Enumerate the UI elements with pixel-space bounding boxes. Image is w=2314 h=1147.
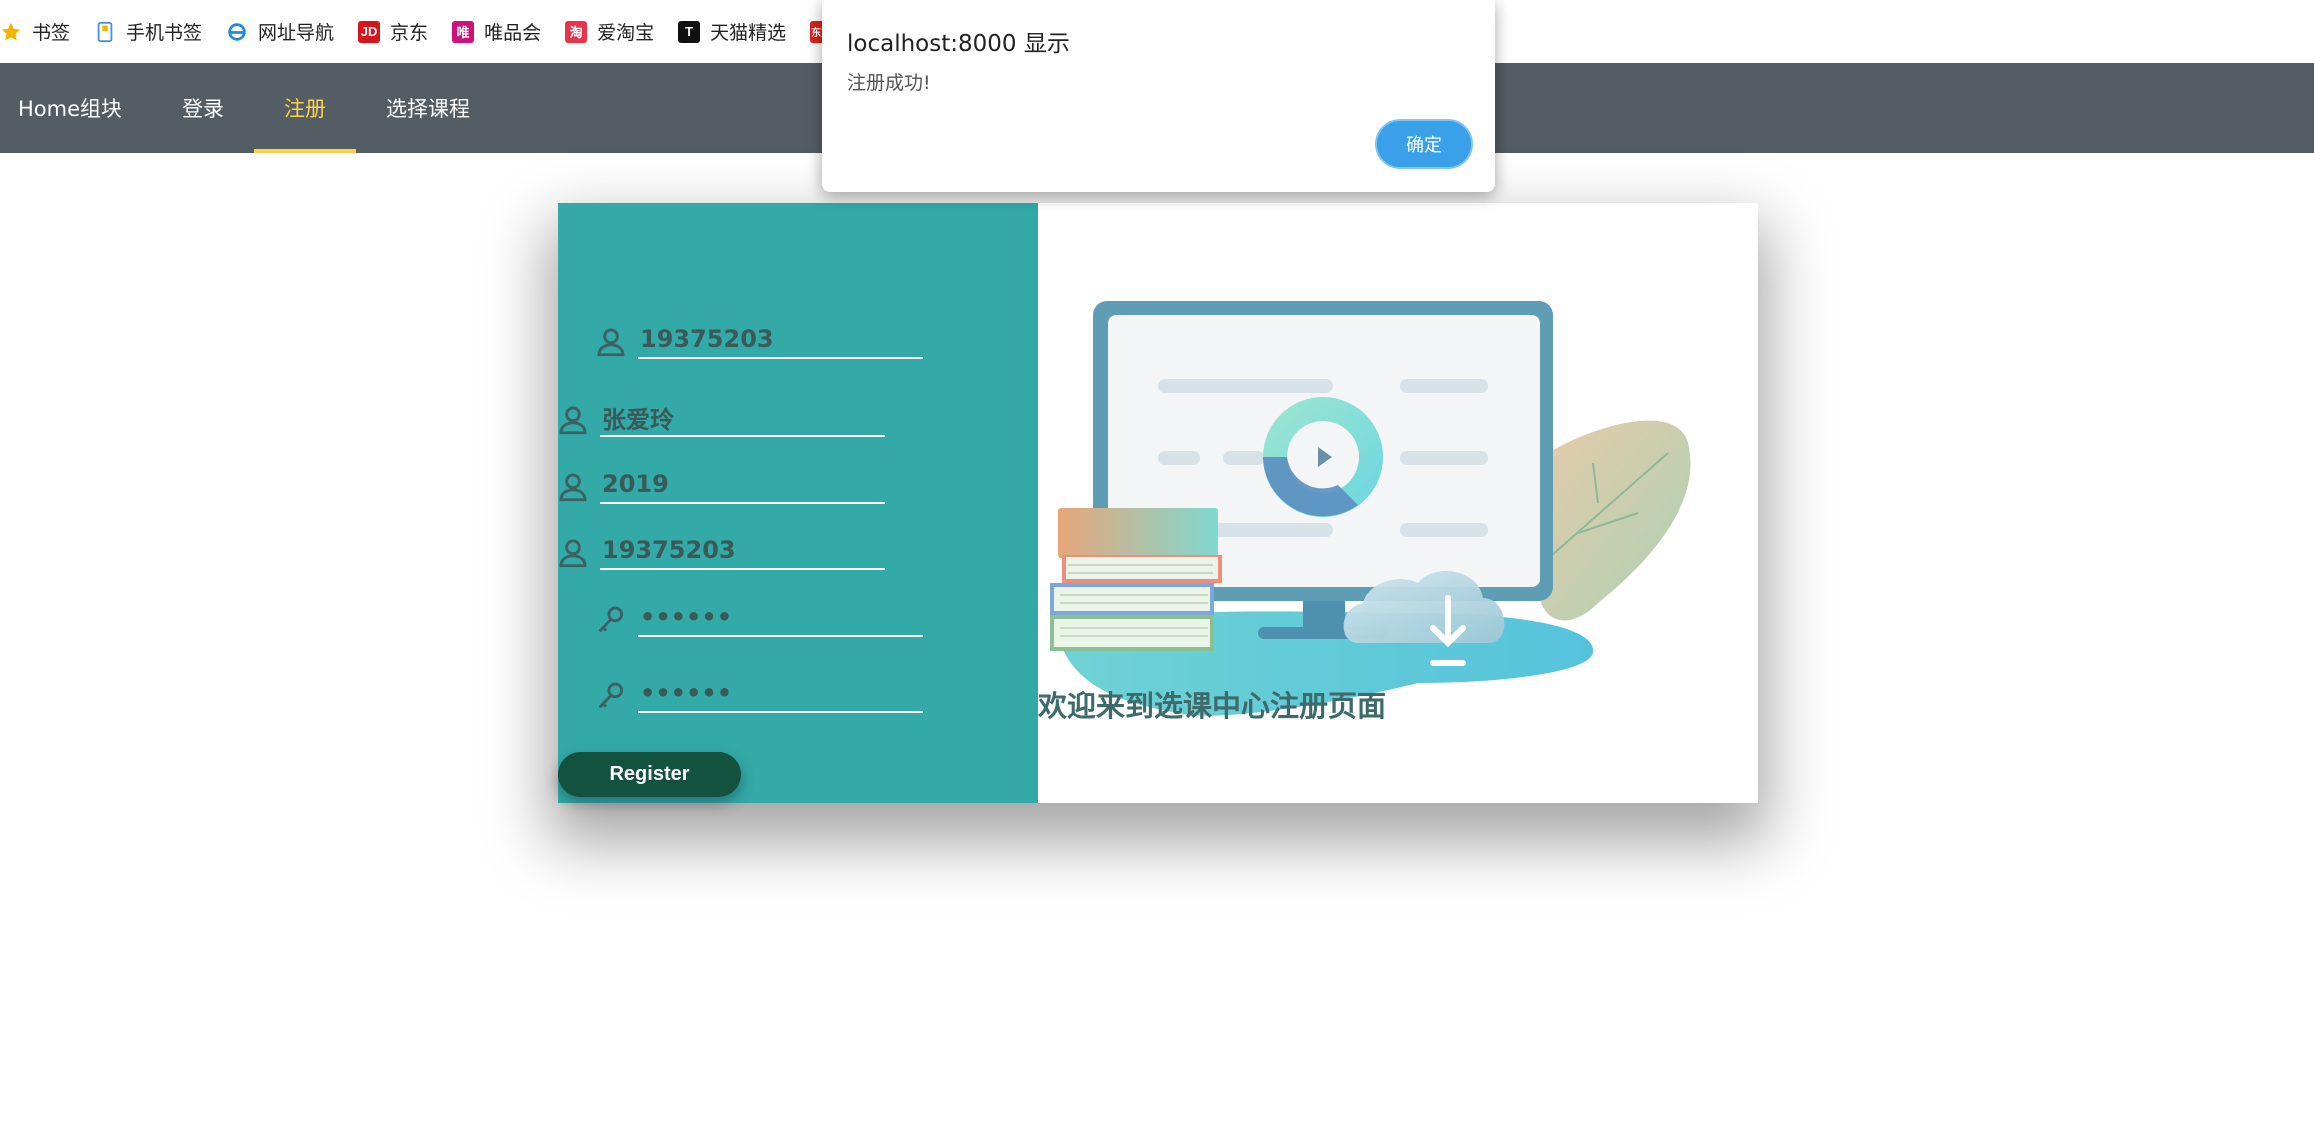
- nav-item-login[interactable]: 登录: [152, 63, 254, 153]
- name-input[interactable]: [600, 401, 885, 437]
- user-icon: [559, 539, 587, 568]
- bookmark-label: 爱淘宝: [597, 22, 655, 44]
- welcome-heading: 欢迎来到选课中心注册页面: [1038, 689, 1387, 723]
- student-id-field-row: [594, 323, 923, 359]
- grade-field-row: [556, 468, 885, 504]
- bookmark-label: 书签: [32, 22, 71, 44]
- name-field-row: [556, 401, 885, 437]
- bookmark-label: 京东: [390, 22, 429, 44]
- tmall-icon: T: [678, 20, 701, 43]
- password-field-row: [594, 601, 923, 637]
- bookmark-label: 唯品会: [484, 22, 542, 44]
- bookmark-item-jd[interactable]: JD 京东: [358, 17, 428, 47]
- bookmark-label: 天猫精选: [710, 22, 787, 44]
- register-button[interactable]: Register: [558, 752, 741, 797]
- register-card: Register: [558, 203, 1758, 803]
- nav-item-select-course[interactable]: 选择课程: [356, 63, 500, 153]
- taobao-icon: 淘: [565, 20, 588, 43]
- bookmark-item-bookmarks[interactable]: 书签: [0, 17, 70, 47]
- bookmark-label: 手机书签: [126, 22, 203, 44]
- user-icon: [559, 406, 587, 435]
- bookmark-item-taobao[interactable]: 淘 爱淘宝: [565, 17, 654, 47]
- student-id-confirm-input[interactable]: [600, 534, 885, 570]
- bookmark-label: 网址导航: [258, 22, 335, 44]
- star-icon: [0, 21, 22, 43]
- bookmark-item-tmall[interactable]: T 天猫精选: [678, 17, 786, 47]
- student-id-input[interactable]: [638, 323, 923, 359]
- grade-input[interactable]: [600, 468, 885, 504]
- vip-icon: 唯: [452, 20, 475, 43]
- password-input[interactable]: [638, 601, 923, 637]
- ie-icon: [226, 21, 248, 43]
- bookmark-item-nav[interactable]: 网址导航: [226, 17, 334, 47]
- key-icon: [598, 682, 624, 709]
- nav-item-home[interactable]: Home组块: [0, 63, 152, 153]
- student-id-confirm-field-row: [556, 534, 885, 570]
- nav-item-register[interactable]: 注册: [254, 63, 357, 153]
- alert-dialog: localhost:8000 显示 注册成功! 确定: [822, 0, 1495, 192]
- bookmark-item-mobile[interactable]: 手机书签: [94, 17, 202, 47]
- phone-icon: [94, 21, 116, 43]
- key-icon: [598, 606, 624, 633]
- jd-icon: JD: [358, 20, 381, 43]
- nav-item-label: 注册: [284, 97, 327, 121]
- user-icon: [597, 328, 625, 357]
- dialog-title: localhost:8000 显示: [847, 31, 1070, 57]
- password-confirm-input[interactable]: [638, 677, 923, 713]
- user-icon: [559, 473, 587, 502]
- bookmark-item-vip[interactable]: 唯 唯品会: [452, 17, 541, 47]
- nav-item-label: 登录: [182, 97, 225, 121]
- nav-item-label: 选择课程: [386, 97, 471, 121]
- dialog-message: 注册成功!: [847, 72, 931, 94]
- nav-item-label: Home组块: [18, 97, 123, 121]
- register-form-panel: Register: [558, 203, 1038, 803]
- dialog-ok-button[interactable]: 确定: [1375, 119, 1473, 169]
- password-confirm-field-row: [594, 677, 923, 713]
